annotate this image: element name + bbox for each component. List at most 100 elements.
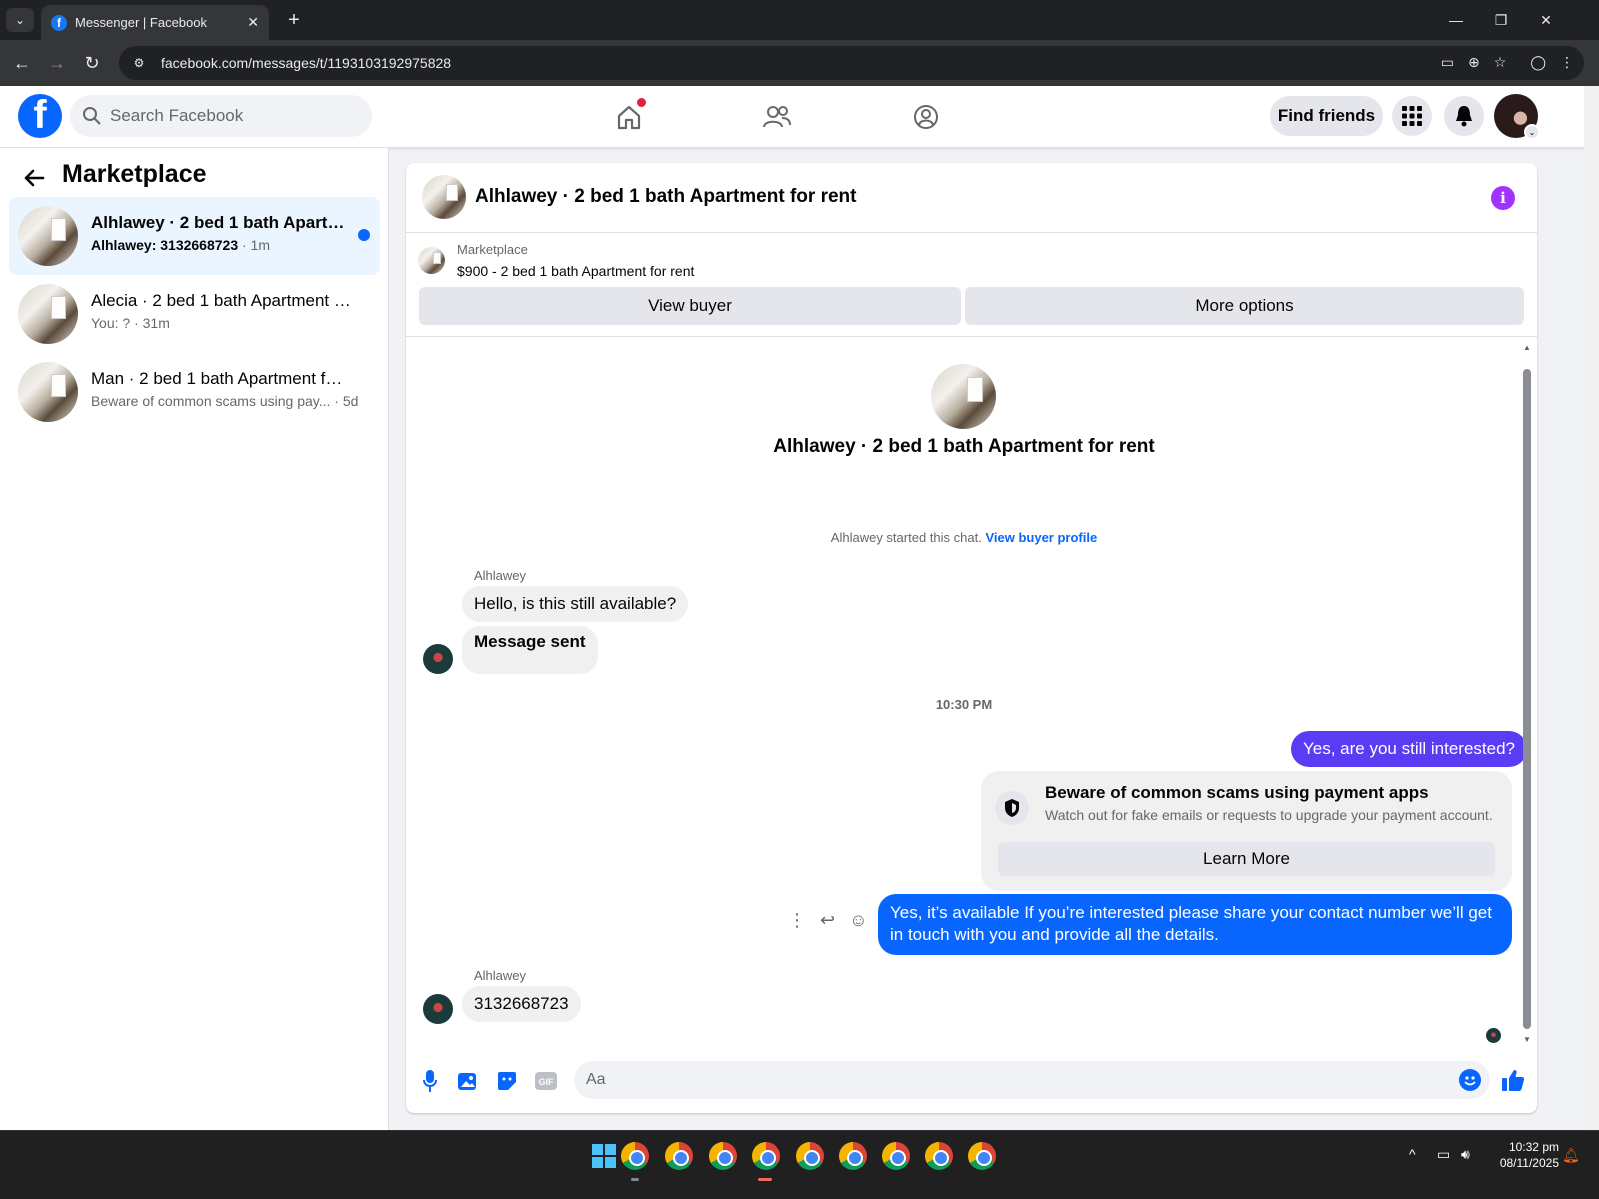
tab-search-button[interactable]: ⌄ [6,8,34,32]
search-placeholder: Search Facebook [110,106,244,125]
learn-more-button[interactable]: Learn More [998,842,1495,876]
listing-thumbnail[interactable] [418,247,445,274]
bookmark-star-icon[interactable]: ☆ [1494,54,1507,71]
reload-button[interactable]: ↻ [80,51,104,75]
gif-icon[interactable]: GIF [534,1069,558,1093]
notifications-bell-icon[interactable] [1444,96,1484,136]
chrome-app-icon[interactable] [752,1142,780,1170]
scam-warning-card: Beware of common scams using payment app… [981,771,1512,891]
scroll-thumb[interactable] [1523,369,1531,1029]
conversation-preview: You: ? · 31m [91,315,170,331]
install-app-icon[interactable]: ▭ [1441,54,1454,71]
listing-description[interactable]: $900 - 2 bed 1 bath Apartment for rent [457,263,694,279]
listing-source: Marketplace [457,242,528,257]
sidebar-title: Marketplace [62,160,207,188]
new-tab-button[interactable]: + [282,8,306,32]
zoom-icon[interactable]: ⊕ [1468,54,1480,71]
sender-avatar[interactable] [423,994,453,1024]
close-window-button[interactable]: ✕ [1531,8,1561,32]
page-scrollbar[interactable] [1584,86,1599,1130]
chrome-app-icon[interactable] [925,1142,953,1170]
message-input[interactable]: Aa [574,1061,1490,1099]
windows-start-icon[interactable] [592,1144,616,1168]
close-tab-icon[interactable]: ✕ [247,14,259,31]
chat-listing-avatar[interactable] [422,175,466,219]
outgoing-message[interactable]: Yes, are you still interested? [1291,731,1527,767]
chrome-app-icon[interactable] [665,1142,693,1170]
chrome-app-icon[interactable] [839,1142,867,1170]
chat-panel: Alhlawey · 2 bed 1 bath Apartment for re… [406,163,1537,1113]
url-text: facebook.com/messages/t/1193103192975828 [161,55,452,71]
conversation-item[interactable]: Man · 2 bed 1 bath Apartment for rent Be… [9,353,380,431]
chrome-app-icon[interactable] [796,1142,824,1170]
facebook-logo[interactable]: f [18,94,62,138]
message-timestamp: 10:30 PM [935,697,993,712]
profile-icon[interactable]: ◯ [1530,54,1546,71]
scam-warning-subtitle: Watch out for fake emails or requests to… [1045,807,1493,823]
conversation-item[interactable]: Alhlawey · 2 bed 1 bath Apartment for re… [9,197,380,275]
show-hidden-icons-icon[interactable]: ^ [1409,1146,1416,1162]
notification-bell-icon[interactable]: 🔔︎ [1562,1147,1580,1163]
chat-scrollbar[interactable]: ▲ ▼ [1521,343,1533,1044]
microphone-icon[interactable] [418,1069,442,1093]
view-buyer-button[interactable]: View buyer [419,287,961,325]
incoming-message[interactable]: 3132668723 [462,986,581,1022]
browser-toolbar: ← → ↻ ⚙ facebook.com/messages/t/11931031… [0,40,1599,86]
more-options-button[interactable]: More options [965,287,1524,325]
svg-text:GIF: GIF [539,1077,555,1087]
back-arrow-icon[interactable] [22,166,48,192]
chrome-app-icon[interactable] [968,1142,996,1170]
chat-title[interactable]: Alhlawey · 2 bed 1 bath Apartment for re… [475,186,856,208]
photo-icon[interactable] [456,1069,480,1093]
conversation-title: Alhlawey · 2 bed 1 bath Apartment for re… [91,213,351,232]
info-icon[interactable]: i [1491,186,1515,210]
browser-tabbar: ⌄ f Messenger | Facebook ✕ + — ❐ ✕ [0,0,1599,40]
clock-date: 08/11/2025 [1499,1156,1559,1170]
react-emoji-icon[interactable]: ☺ [849,910,867,931]
search-icon [83,107,101,125]
network-icon[interactable]: ▭ [1437,1146,1450,1163]
outgoing-message[interactable]: Yes, it’s available If you’re interested… [878,894,1512,955]
conversation-preview: Alhlawey: 3132668723 · 1m [91,237,270,253]
message-placeholder: Aa [586,1071,606,1088]
like-thumb-icon[interactable] [1500,1067,1526,1093]
menu-grid-icon[interactable] [1392,96,1432,136]
taskbar-active-indicator [758,1178,772,1181]
minimize-button[interactable]: — [1441,8,1471,32]
chevron-down-icon[interactable]: ⌄ [1524,124,1540,140]
scroll-down-icon[interactable]: ▼ [1521,1035,1533,1044]
more-actions-icon[interactable]: ⋮ [788,910,806,931]
clock-time: 10:32 pm [1508,1140,1559,1154]
message-list: Alhlawey · 2 bed 1 bath Apartment for re… [406,338,1537,1043]
incoming-message[interactable]: Hello, is this still available? [462,586,689,622]
taskbar-indicator [631,1178,639,1181]
message-actions: ⋮ ↩ ☺ [788,910,867,931]
restore-button[interactable]: ❐ [1486,8,1516,32]
incoming-message[interactable]: Message sent [462,626,598,674]
system-clock[interactable]: 10:32 pm 08/11/2025 [1467,1139,1559,1171]
forward-button[interactable]: → [45,51,69,75]
scroll-up-icon[interactable]: ▲ [1521,343,1533,352]
find-friends-button[interactable]: Find friends [1270,96,1383,136]
listing-thumbnail [18,284,78,344]
reply-icon[interactable]: ↩ [820,910,835,931]
windows-taskbar: ^ ▭ 🔊︎ 10:32 pm 08/11/2025 🔔︎ [0,1130,1599,1199]
chat-started-notice: Alhlawey started this chat. View buyer p… [830,530,1098,545]
back-button[interactable]: ← [10,51,34,75]
browser-menu-icon[interactable]: ⋮ [1560,54,1574,71]
view-buyer-profile-link[interactable]: View buyer profile [985,530,1097,545]
chrome-app-icon[interactable] [709,1142,737,1170]
groups-icon[interactable] [906,97,946,137]
conversation-title: Man · 2 bed 1 bath Apartment for rent [91,369,351,388]
sticker-icon[interactable] [495,1069,519,1093]
chrome-app-icon[interactable] [882,1142,910,1170]
friends-icon[interactable] [757,97,797,137]
chrome-app-icon[interactable] [621,1142,649,1170]
address-bar[interactable]: ⚙ facebook.com/messages/t/11931031929758… [119,46,1584,80]
sender-avatar[interactable] [423,644,453,674]
emoji-icon[interactable] [1459,1069,1481,1091]
conversation-item[interactable]: Alecia · 2 bed 1 bath Apartment for rent… [9,275,380,353]
search-input[interactable]: Search Facebook [70,95,372,137]
site-info-icon[interactable]: ⚙ [129,53,149,73]
browser-tab[interactable]: f Messenger | Facebook ✕ [41,5,269,40]
